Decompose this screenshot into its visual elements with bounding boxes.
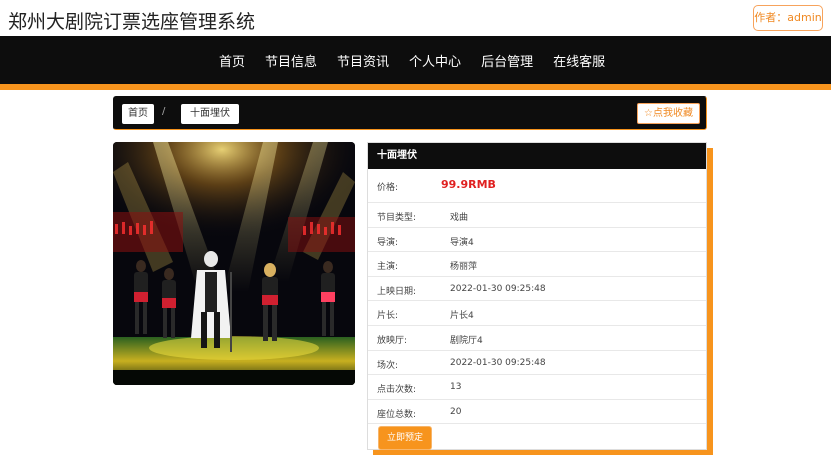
nav-item-admin[interactable]: 后台管理 (481, 51, 533, 70)
detail-row-hall: 放映厅: 剧院厅4 (368, 326, 706, 351)
detail-value: 2022-01-30 09:25:48 (450, 283, 546, 294)
main-navbar: 首页 节目信息 节目资讯 个人中心 后台管理 在线客服 (0, 36, 831, 84)
detail-value: 杨丽萍 (450, 262, 478, 273)
detail-row-director: 导演: 导演4 (368, 228, 706, 253)
detail-row-clicks: 点击次数: 13 (368, 375, 706, 400)
breadcrumb-current[interactable]: 十面埋伏 (181, 104, 239, 124)
nav-item-home[interactable]: 首页 (219, 51, 245, 70)
price-value: 99.9RMB (441, 178, 496, 191)
detail-row-duration: 片长: 片长4 (368, 301, 706, 326)
breadcrumb-home[interactable]: 首页 (122, 104, 154, 124)
detail-value: 戏曲 (450, 213, 469, 223)
detail-label: 点击次数: (377, 385, 417, 396)
detail-label: 座位总数: (377, 409, 417, 420)
detail-row-seats: 座位总数: 20 (368, 400, 706, 425)
top-header: 郑州大剧院订票选座管理系统 作者：admin (0, 0, 831, 36)
detail-value: 片长4 (450, 311, 474, 322)
nav-item-programs[interactable]: 节目信息 (265, 51, 317, 70)
price-label: 价格: (377, 183, 399, 193)
breadcrumb: 首页 / 十面埋伏 ☆点我收藏 (113, 96, 707, 130)
detail-value: 13 (450, 382, 462, 393)
program-poster-image (113, 142, 355, 385)
stage-performance-illustration (113, 142, 355, 385)
detail-label: 导演: (377, 237, 399, 248)
detail-row-type: 节目类型: 戏曲 (368, 203, 706, 228)
detail-row-session: 场次: 2022-01-30 09:25:48 (368, 351, 706, 376)
detail-label: 片长: (377, 311, 399, 322)
favorite-button[interactable]: ☆点我收藏 (637, 103, 700, 124)
detail-value: 2022-01-30 09:25:48 (450, 357, 546, 368)
program-detail-panel: 十面埋伏 价格: 99.9RMB 节目类型: 戏曲 导演: 导演4 主演: 杨丽… (367, 142, 707, 450)
detail-row-lead: 主演: 杨丽萍 (368, 252, 706, 277)
author-badge[interactable]: 作者：admin (753, 5, 823, 31)
detail-row-release-date: 上映日期: 2022-01-30 09:25:48 (368, 277, 706, 302)
detail-label: 主演: (377, 262, 399, 273)
detail-label: 节目类型: (377, 213, 417, 223)
nav-item-news[interactable]: 节目资讯 (337, 51, 389, 70)
nav-item-support[interactable]: 在线客服 (553, 51, 605, 70)
detail-value: 剧院厅4 (450, 335, 483, 346)
detail-label: 场次: (377, 360, 399, 371)
site-title: 郑州大剧院订票选座管理系统 (8, 11, 256, 33)
detail-label: 上映日期: (377, 286, 417, 297)
nav-accent-stripe (0, 84, 831, 90)
breadcrumb-separator: / (162, 106, 166, 117)
detail-label: 放映厅: (377, 335, 408, 346)
detail-value: 20 (450, 406, 462, 417)
nav-menu: 首页 节目信息 节目资讯 个人中心 后台管理 在线客服 (219, 36, 625, 84)
book-now-button[interactable]: 立即预定 (379, 427, 432, 449)
detail-value: 导演4 (450, 237, 474, 248)
program-title: 十面埋伏 (368, 143, 706, 169)
nav-item-profile[interactable]: 个人中心 (409, 51, 461, 70)
price-row: 价格: 99.9RMB (368, 169, 706, 203)
